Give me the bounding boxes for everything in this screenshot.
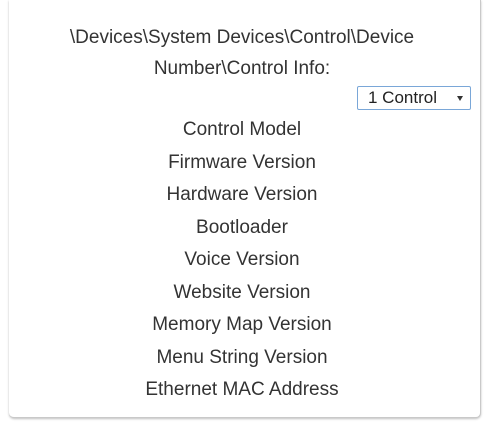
control-number-select[interactable]: 1 Control	[357, 86, 471, 110]
device-path-line-2: Number\Control Info:	[153, 58, 331, 79]
info-item-website-version: Website Version	[173, 281, 311, 303]
device-path-line-1: \Devices\System Devices\Control\Device	[69, 27, 415, 48]
control-info-list: Control Model Firmware Version Hardware …	[0, 114, 484, 407]
info-item-firmware-version: Firmware Version	[168, 151, 316, 173]
info-item-ethernet-mac-address: Ethernet MAC Address	[145, 379, 339, 400]
control-number-select-value: 1 Control	[368, 88, 437, 107]
info-item-memory-map-version: Memory Map Version	[152, 314, 332, 335]
info-item-control-model: Control Model	[182, 119, 302, 140]
info-item-hardware-version: Hardware Version	[166, 184, 318, 205]
info-item-menu-string-version: Menu String Version	[156, 346, 328, 368]
info-item-voice-version: Voice Version	[184, 249, 300, 270]
dropdown-arrow-icon	[457, 96, 463, 101]
device-path-heading: \Devices\System Devices\Control\Device N…	[0, 22, 484, 84]
info-item-bootloader: Bootloader	[196, 216, 288, 238]
